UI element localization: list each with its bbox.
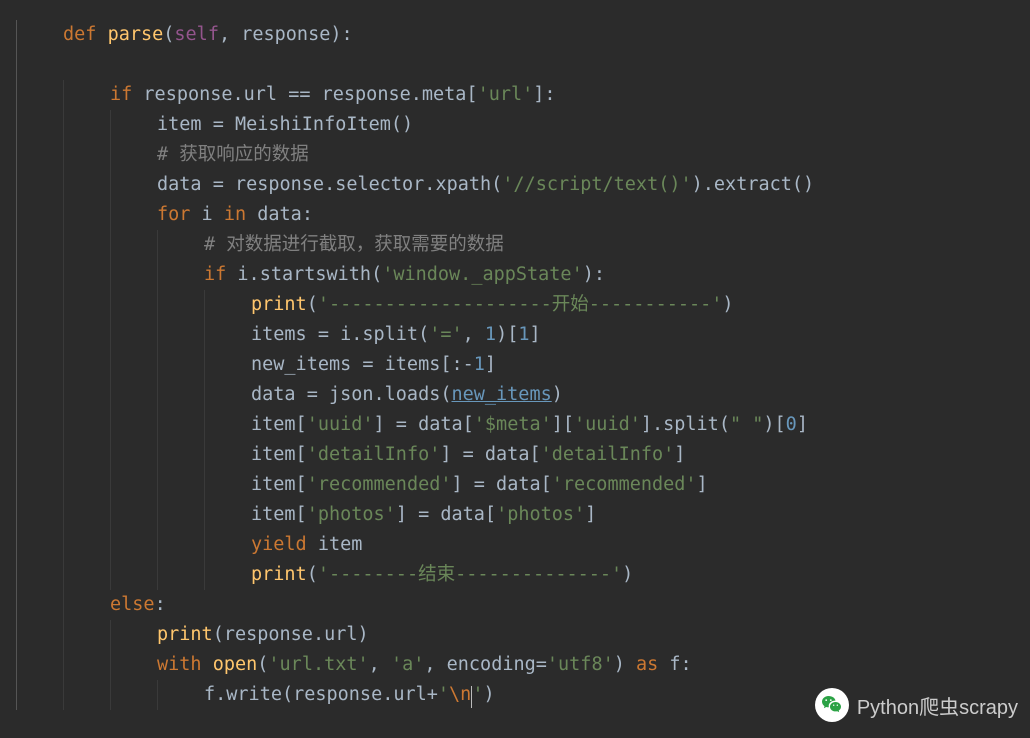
comment: # 对数据进行截取，获取需要的数据 [204, 234, 504, 255]
string: 'url' [478, 84, 534, 105]
mid: ] = data[ [452, 474, 552, 495]
builtin-print: print [251, 294, 307, 315]
equals: = [536, 654, 547, 675]
number: 0 [786, 414, 797, 435]
paren: ) [622, 564, 633, 585]
assignment: data = response.selector.xpath( [157, 174, 502, 195]
tail: ] [529, 324, 540, 345]
tail: ] [585, 504, 596, 525]
paren: ) [483, 684, 494, 705]
colon: : [155, 594, 166, 615]
mid: ] = data[ [440, 444, 540, 465]
lhs: item[ [251, 414, 307, 435]
tail: )[ [763, 414, 785, 435]
string: '$meta' [474, 414, 552, 435]
lhs: item[ [251, 474, 307, 495]
string: '--------------------开始-----------' [318, 294, 723, 315]
paren: ( [307, 294, 318, 315]
string: 'a' [391, 654, 424, 675]
tail: ] [797, 414, 808, 435]
tail: ] [485, 354, 496, 375]
string: 'url.txt' [268, 654, 368, 675]
tail: ] [674, 444, 685, 465]
string: 'recommended' [307, 474, 452, 495]
string: '//script/text()' [502, 174, 691, 195]
string: 'photos' [496, 504, 585, 525]
yield-value: item [307, 534, 363, 555]
escape-sequence: \n [449, 684, 471, 705]
number: 1 [474, 354, 485, 375]
paren: ) [358, 624, 369, 645]
string: 'photos' [307, 504, 396, 525]
reference-link[interactable]: new_items [451, 384, 551, 405]
keyword-as: as [636, 654, 658, 675]
space [202, 654, 213, 675]
assignment: data = json.loads( [251, 384, 451, 405]
loop-var: i [190, 204, 223, 225]
self-param: self [174, 24, 219, 45]
kwarg-name: encoding [447, 654, 536, 675]
keyword-if: if [110, 84, 132, 105]
string-quote: ' [438, 684, 449, 705]
paren: ) [722, 294, 733, 315]
lhs: item[ [251, 504, 307, 525]
assignment: item = MeishiInfoItem() [157, 114, 413, 135]
tail: ): [583, 264, 605, 285]
arg: response.url [224, 624, 358, 645]
string: 'utf8' [547, 654, 614, 675]
paren: ( [257, 654, 268, 675]
mid: ] = data[ [374, 414, 474, 435]
sep: , [463, 324, 485, 345]
tail: ].split( [641, 414, 730, 435]
condition: response.url == response.meta[ [132, 84, 477, 105]
assignment: new_items = items[:- [251, 354, 474, 375]
call: i.startswith( [226, 264, 382, 285]
comment: # 获取响应的数据 [157, 144, 309, 165]
builtin-print: print [251, 564, 307, 585]
tail: ) [552, 384, 563, 405]
as-name: f: [658, 654, 691, 675]
comma: , [424, 654, 446, 675]
params: , response): [219, 24, 353, 45]
keyword-with: with [157, 654, 202, 675]
comma: , [369, 654, 391, 675]
string: " " [730, 414, 763, 435]
call: f.write(response.url+ [204, 684, 438, 705]
string: '=' [429, 324, 462, 345]
assignment: items = i.split( [251, 324, 429, 345]
keyword-yield: yield [251, 534, 307, 555]
keyword-for: for [157, 204, 190, 225]
code-editor[interactable]: def parse(self, response): if response.u… [0, 0, 1030, 710]
mid: ][ [552, 414, 574, 435]
keyword-in: in [224, 204, 246, 225]
tail: ).extract() [692, 174, 815, 195]
tail: ) [614, 654, 636, 675]
number: 1 [518, 324, 529, 345]
string: 'window._appState' [382, 264, 582, 285]
tail: ] [697, 474, 708, 495]
string: '--------结束--------------' [318, 564, 622, 585]
string: 'recommended' [552, 474, 697, 495]
loop-iter: data: [246, 204, 313, 225]
tail: ]: [533, 84, 555, 105]
keyword-def: def [63, 24, 108, 45]
tail: )[ [496, 324, 518, 345]
string: 'uuid' [574, 414, 641, 435]
string: 'detailInfo' [541, 444, 675, 465]
lhs: item[ [251, 444, 307, 465]
paren: ( [307, 564, 318, 585]
mid: ] = data[ [396, 504, 496, 525]
keyword-if: if [204, 264, 226, 285]
paren: ( [213, 624, 224, 645]
paren: ( [163, 24, 174, 45]
string: 'uuid' [307, 414, 374, 435]
builtin-open: open [213, 654, 258, 675]
function-name: parse [108, 24, 164, 45]
builtin-print: print [157, 624, 213, 645]
string: 'detailInfo' [307, 444, 441, 465]
number: 1 [485, 324, 496, 345]
string-quote: ' [472, 684, 483, 705]
keyword-else: else [110, 594, 155, 615]
